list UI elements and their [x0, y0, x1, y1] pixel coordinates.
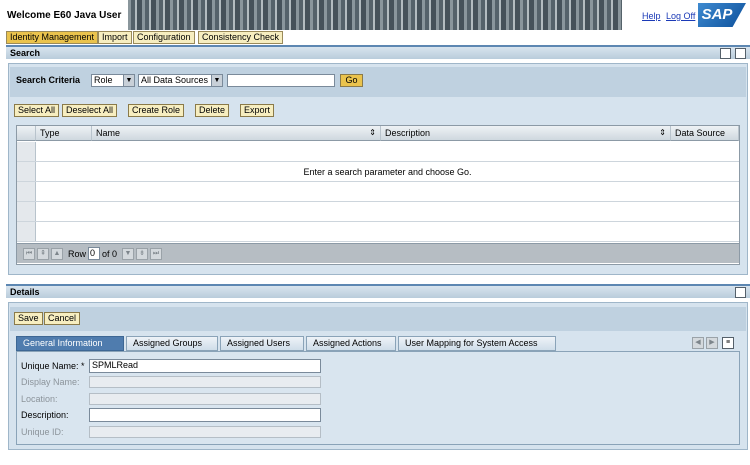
table-row: [17, 202, 739, 222]
table-row: [17, 222, 739, 242]
search-tray-header: Search: [6, 45, 750, 59]
details-toolbar: [10, 307, 746, 331]
search-type-select[interactable]: Role ▼: [91, 74, 135, 87]
nav-tab-configuration[interactable]: Configuration: [133, 31, 195, 44]
description-label: Description:: [21, 410, 69, 420]
table-row: Enter a search parameter and choose Go.: [17, 162, 739, 182]
column-label: Description: [385, 128, 431, 138]
row-selector[interactable]: [17, 142, 36, 161]
sort-icon[interactable]: ⇕: [369, 126, 376, 140]
app-header: Welcome E60 Java User Help Log Off SAP: [0, 0, 750, 30]
column-label: Type: [40, 128, 60, 138]
select-all-button[interactable]: Select All: [14, 104, 60, 117]
logoff-link[interactable]: Log Off: [666, 11, 695, 21]
details-tray-title: Details: [10, 287, 40, 297]
column-label: Name: [96, 128, 121, 138]
nav-tab-consistency-check[interactable]: Consistency Check: [198, 31, 284, 44]
tab-assigned-actions[interactable]: Assigned Actions: [306, 336, 396, 351]
chevron-down-icon: ▼: [211, 75, 222, 86]
column-label: Data Source: [675, 128, 726, 138]
details-tray-header: Details: [6, 284, 750, 298]
row-down-icon[interactable]: ▼: [122, 248, 134, 260]
row-selector[interactable]: [17, 182, 36, 201]
search-type-value: Role: [94, 75, 113, 85]
search-criteria-label: Search Criteria: [16, 75, 81, 85]
collapse-icon[interactable]: [735, 48, 746, 59]
nav-tab-identity-management[interactable]: Identity Management: [6, 31, 99, 44]
tab-assigned-users[interactable]: Assigned Users: [220, 336, 304, 351]
data-source-value: All Data Sources: [141, 75, 209, 85]
chevron-down-icon: ▼: [123, 75, 134, 86]
row-selector[interactable]: [17, 222, 36, 241]
unique-id-input: [89, 426, 321, 438]
export-button[interactable]: Export: [240, 104, 275, 117]
nav-tab-import[interactable]: Import: [98, 31, 132, 44]
help-link[interactable]: Help: [642, 11, 661, 21]
column-header-name[interactable]: Name ⇕: [92, 126, 381, 141]
save-button[interactable]: Save: [14, 312, 43, 325]
tray-menu-icon[interactable]: [720, 48, 731, 59]
display-name-input: [89, 376, 321, 388]
unique-id-label: Unique ID:: [21, 427, 64, 437]
details-tabstrip: General Information Assigned Groups Assi…: [16, 336, 740, 352]
row-selector[interactable]: [17, 202, 36, 221]
header-banner-image: [128, 0, 622, 30]
row-number-input[interactable]: 0: [88, 247, 100, 260]
search-input[interactable]: [227, 74, 335, 87]
delete-button[interactable]: Delete: [195, 104, 230, 117]
welcome-title: Welcome E60 Java User: [0, 0, 128, 30]
results-table: Type Name ⇕ Description ⇕ Data Source Ente…: [16, 125, 740, 265]
tab-scroll-right-icon[interactable]: ▶: [706, 337, 718, 349]
first-page-icon[interactable]: ⏮: [23, 248, 35, 260]
page-up-icon[interactable]: ⇞: [37, 248, 49, 260]
page-down-icon[interactable]: ⇟: [136, 248, 148, 260]
empty-message: Enter a search parameter and choose Go.: [303, 167, 472, 177]
table-row: [17, 182, 739, 202]
column-header-type[interactable]: Type: [36, 126, 92, 141]
column-header-description[interactable]: Description ⇕: [381, 126, 671, 141]
sort-icon[interactable]: ⇕: [659, 126, 666, 140]
table-pager: ⏮ ⇞ ▲ Row 0 of 0 ▼ ⇟ ⏭: [17, 243, 739, 263]
tab-general-information[interactable]: General Information: [16, 336, 124, 351]
row-label: Row: [68, 249, 87, 259]
row-selector[interactable]: [17, 162, 36, 181]
table-row: [17, 142, 739, 162]
description-input[interactable]: [89, 408, 321, 422]
select-column-header[interactable]: [17, 126, 36, 141]
search-tray-title: Search: [10, 48, 41, 58]
data-source-select[interactable]: All Data Sources ▼: [138, 74, 223, 87]
unique-name-label: Unique Name: *: [21, 361, 85, 371]
create-role-button[interactable]: Create Role: [128, 104, 185, 117]
tab-list-icon[interactable]: ≡: [722, 337, 734, 349]
row-total-label: of 0: [102, 249, 118, 259]
cancel-button[interactable]: Cancel: [44, 312, 81, 325]
tab-scroll-left-icon[interactable]: ◀: [692, 337, 704, 349]
tab-user-mapping[interactable]: User Mapping for System Access: [398, 336, 556, 351]
collapse-icon[interactable]: [735, 287, 746, 298]
column-header-data-source[interactable]: Data Source: [671, 126, 739, 141]
deselect-all-button[interactable]: Deselect All: [62, 104, 118, 117]
tab-assigned-groups[interactable]: Assigned Groups: [126, 336, 218, 351]
unique-name-input[interactable]: SPMLRead: [89, 359, 321, 373]
row-up-icon[interactable]: ▲: [51, 248, 63, 260]
display-name-label: Display Name:: [21, 377, 80, 387]
last-page-icon[interactable]: ⏭: [150, 248, 162, 260]
location-input: [89, 393, 321, 405]
location-label: Location:: [21, 394, 58, 404]
go-button[interactable]: Go: [340, 74, 363, 87]
